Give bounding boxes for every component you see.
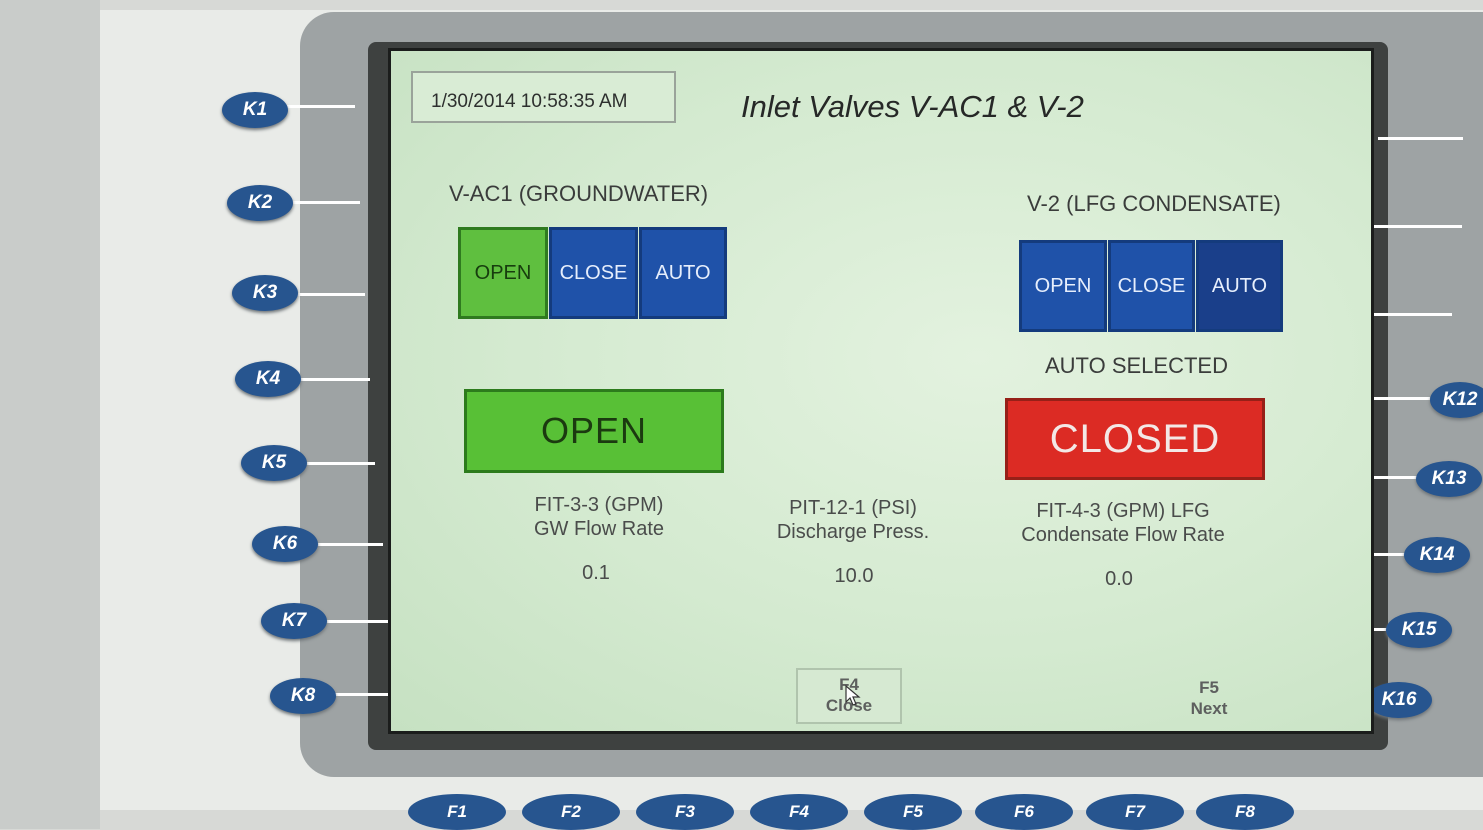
k6-key[interactable]: K6 xyxy=(252,526,318,562)
v2-close-button[interactable]: CLOSE xyxy=(1108,240,1195,332)
datetime-display: 1/30/2014 10:58:35 AM xyxy=(411,71,676,123)
v2-auto-button[interactable]: AUTO xyxy=(1196,240,1283,332)
measurement-tag: FIT-3-3 (GPM) xyxy=(534,494,664,516)
v2-status-indicator: CLOSED xyxy=(1005,398,1265,480)
vac1-status-indicator: OPEN xyxy=(464,389,724,473)
v2-open-button[interactable]: OPEN xyxy=(1019,240,1107,332)
datetime-text: 1/30/2014 10:58:35 AM xyxy=(431,91,628,112)
k12-key[interactable]: K12 xyxy=(1430,382,1483,418)
measurement-tag: PIT-12-1 (PSI) xyxy=(789,497,917,519)
mouse-pointer-icon xyxy=(845,684,861,712)
hmi-screen: 1/30/2014 10:58:35 AM Inlet Valves V-AC1… xyxy=(388,48,1374,734)
measurement-discharge-press: PIT-12-1 (PSI) Discharge Press. xyxy=(743,496,963,544)
k7-key[interactable]: K7 xyxy=(261,603,327,639)
k2-key[interactable]: K2 xyxy=(227,185,293,221)
k15-key[interactable]: K15 xyxy=(1386,612,1452,648)
vac1-close-button[interactable]: CLOSE xyxy=(549,227,638,319)
k4-key[interactable]: K4 xyxy=(235,361,301,397)
right-key-line-1 xyxy=(1378,137,1463,140)
k13-key[interactable]: K13 xyxy=(1416,461,1482,497)
k4-line xyxy=(300,378,370,381)
device-side-panel xyxy=(0,0,100,829)
k16-key[interactable]: K16 xyxy=(1366,682,1432,718)
k3-line xyxy=(295,293,365,296)
k14-key[interactable]: K14 xyxy=(1404,537,1470,573)
k3-key[interactable]: K3 xyxy=(232,275,298,311)
v2-mode-text: AUTO SELECTED xyxy=(1045,353,1228,378)
f7-key[interactable]: F7 xyxy=(1086,794,1184,830)
right-key-line-2 xyxy=(1372,225,1462,228)
vac1-auto-button[interactable]: AUTO xyxy=(639,227,727,319)
k1-line xyxy=(285,105,355,108)
f4-key[interactable]: F4 xyxy=(750,794,848,830)
f3-key[interactable]: F3 xyxy=(636,794,734,830)
f2-key[interactable]: F2 xyxy=(522,794,620,830)
gw-flow-value: 0.1 xyxy=(582,562,610,584)
measurement-tag: FIT-4-3 (GPM) LFG xyxy=(1036,500,1210,522)
k7-line xyxy=(323,620,393,623)
measurement-condensate-flow: FIT-4-3 (GPM) LFG Condensate Flow Rate xyxy=(1003,499,1243,547)
k2-line xyxy=(290,201,360,204)
k6-line xyxy=(313,543,383,546)
vac1-open-button[interactable]: OPEN xyxy=(458,227,548,319)
vac1-label: V-AC1 (GROUNDWATER) xyxy=(449,181,709,206)
f6-key[interactable]: F6 xyxy=(975,794,1073,830)
measurement-desc: Condensate Flow Rate xyxy=(1021,524,1225,546)
k8-key[interactable]: K8 xyxy=(270,678,336,714)
page-title: Inlet Valves V-AC1 & V-2 xyxy=(741,89,1084,124)
right-key-line-3 xyxy=(1362,313,1452,316)
f5-key-label: F5 xyxy=(1199,678,1219,697)
measurement-desc: Discharge Press. xyxy=(776,521,930,543)
k1-key[interactable]: K1 xyxy=(222,92,288,128)
k5-line xyxy=(305,462,375,465)
discharge-press-value: 10.0 xyxy=(834,565,874,587)
f5-key[interactable]: F5 xyxy=(864,794,962,830)
v2-label: V-2 (LFG CONDENSATE) xyxy=(1027,191,1281,216)
condensate-flow-value: 0.0 xyxy=(1105,568,1133,590)
f8-key[interactable]: F8 xyxy=(1196,794,1294,830)
f5-next-label: Next xyxy=(1190,699,1228,718)
f1-key[interactable]: F1 xyxy=(408,794,506,830)
k5-key[interactable]: K5 xyxy=(241,445,307,481)
measurement-desc: GW Flow Rate xyxy=(533,518,665,540)
measurement-gw-flow: FIT-3-3 (GPM) GW Flow Rate xyxy=(489,493,709,541)
